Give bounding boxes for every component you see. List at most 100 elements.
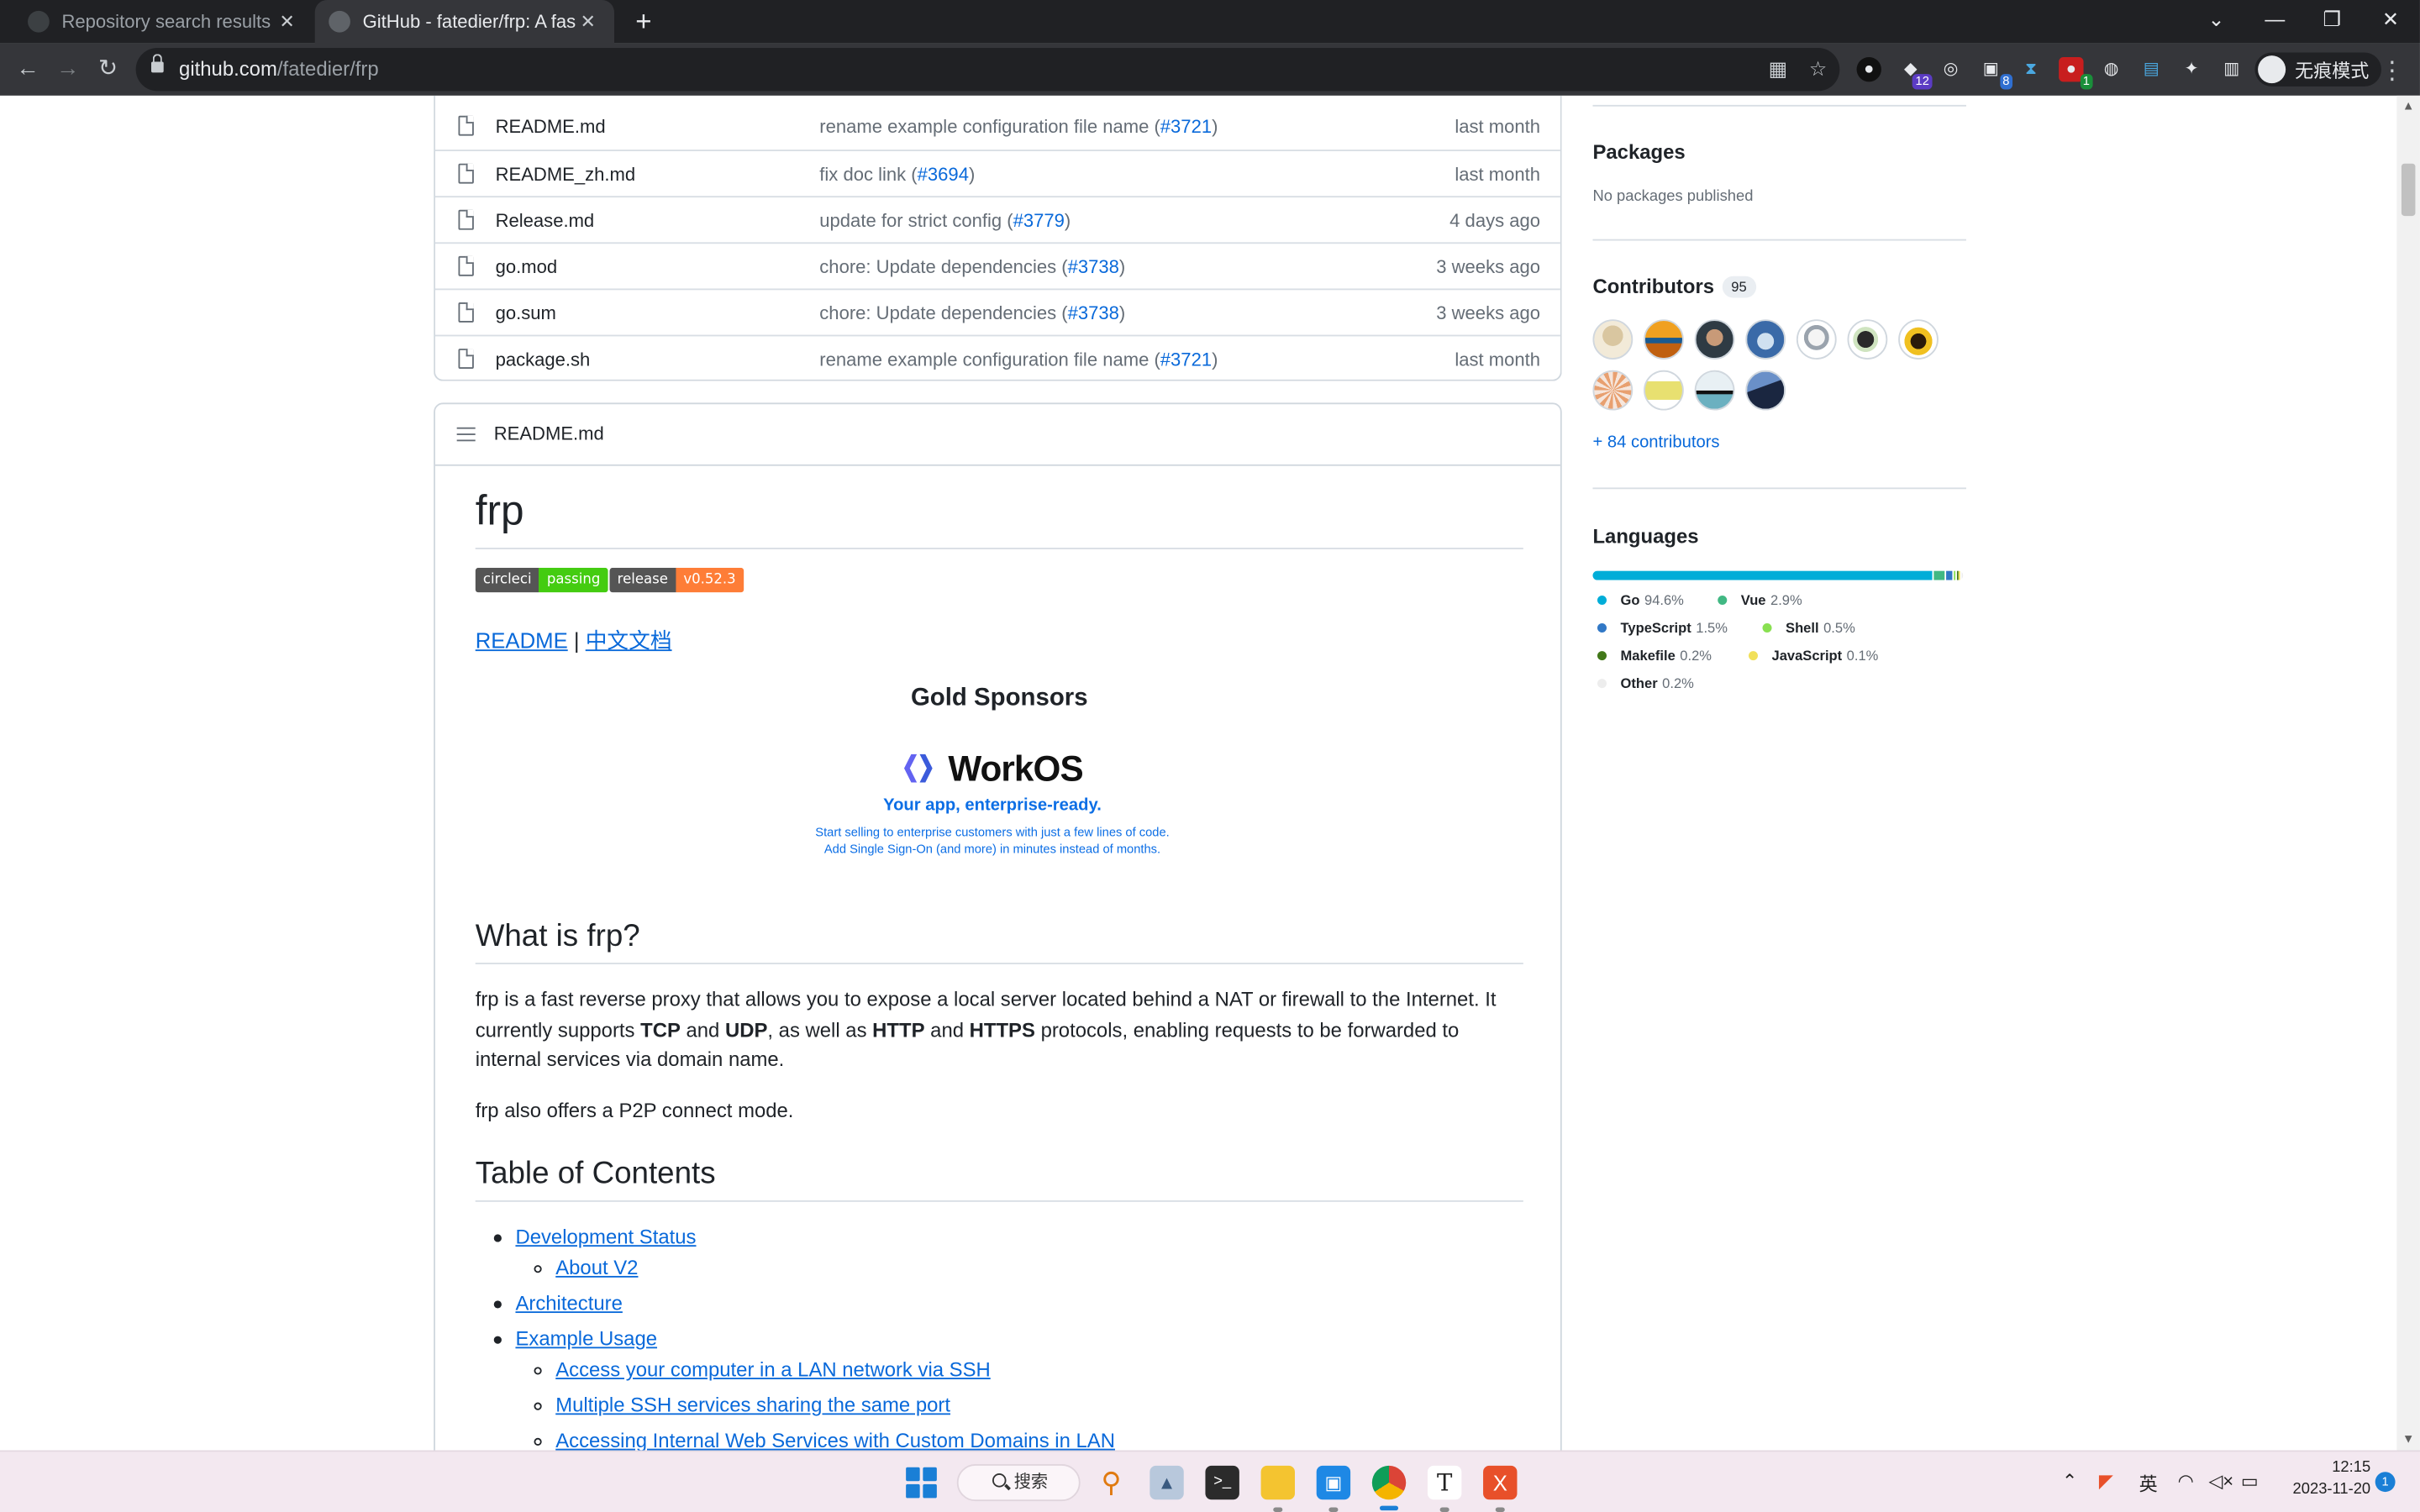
extension-record-icon[interactable]: ● 1 (2059, 56, 2093, 90)
avatar[interactable] (1898, 319, 1939, 360)
language-bar-segment[interactable] (1946, 570, 1952, 580)
file-row[interactable]: go.sum chore: Update dependencies (#3738… (434, 288, 1560, 334)
scroll-up-arrow-icon[interactable]: ▲ (2396, 96, 2420, 118)
readme-link[interactable]: README (476, 628, 568, 653)
extension-circle-icon[interactable]: ● (1856, 56, 1881, 82)
volume-muted-icon[interactable]: ◁× (2208, 1470, 2233, 1492)
avatar[interactable] (1694, 319, 1735, 360)
extension-doc-icon[interactable]: ▤ (2139, 57, 2164, 81)
readme-filename[interactable]: README.md (494, 423, 604, 444)
extensions-puzzle-icon[interactable]: ✦ (2179, 57, 2203, 81)
language-vue[interactable]: Vue 2.9% (1718, 592, 1802, 608)
chinese-docs-link[interactable]: 中文文档 (586, 628, 672, 653)
bookmark-star-icon[interactable]: ☆ (1804, 55, 1832, 83)
file-row[interactable]: go.mod chore: Update dependencies (#3738… (434, 242, 1560, 288)
outline-list-icon[interactable] (456, 427, 476, 443)
avatar[interactable] (1847, 319, 1888, 360)
taskbar-clock[interactable]: 12:15 2023-11-20 (2269, 1458, 2371, 1501)
commit-message[interactable]: chore: Update dependencies (#3738) (819, 256, 1125, 278)
qr-code-icon[interactable]: ▦ (1764, 55, 1791, 83)
toc-link[interactable]: Access your computer in a LAN network vi… (555, 1357, 991, 1381)
toc-link[interactable]: Architecture (515, 1291, 622, 1315)
terminal-icon[interactable]: >_ (1205, 1465, 1239, 1500)
wifi-icon[interactable]: ◠ (2178, 1470, 2194, 1492)
circleci-badge[interactable]: circleci passing (475, 567, 608, 593)
reload-button[interactable]: ↻ (92, 54, 124, 85)
file-row[interactable]: Release.md update for strict config (#37… (434, 196, 1560, 242)
more-contributors-link[interactable]: + 84 contributors (1592, 433, 1719, 452)
forward-button[interactable]: → (52, 54, 83, 85)
avatar[interactable] (1694, 370, 1735, 411)
close-icon[interactable]: ✕ (576, 11, 600, 33)
file-row[interactable]: README_zh.md fix doc link (#3694) last m… (434, 150, 1560, 196)
language-bar-segment[interactable] (1960, 570, 1962, 580)
scroll-down-arrow-icon[interactable]: ▼ (2396, 1429, 2420, 1451)
new-tab-button[interactable]: + (629, 6, 660, 37)
commit-message[interactable]: rename example configuration file name (… (819, 116, 1218, 138)
language-bar-segment[interactable] (1934, 570, 1945, 580)
notification-badge[interactable]: 1 (2375, 1472, 2396, 1493)
file-name-link[interactable]: Release.md (496, 210, 595, 232)
workos-sponsor-banner[interactable]: WorkOS Your app, enterprise-ready. Start… (792, 747, 1193, 858)
browser-menu-icon[interactable]: ⋮ (2380, 55, 2404, 87)
extension-grid-icon[interactable]: ▣ 8 (1979, 57, 2013, 90)
minimize-button[interactable]: — (2247, 5, 2302, 36)
virtual-machine-icon[interactable]: ▣ (1316, 1465, 1351, 1500)
back-button[interactable]: ← (13, 54, 44, 85)
language-go[interactable]: Go 94.6% (1597, 592, 1684, 608)
file-explorer-icon[interactable] (1260, 1465, 1295, 1500)
language-bar-segment[interactable] (1953, 570, 1955, 580)
url-text[interactable]: github.com/fatedier/frp (179, 57, 379, 81)
xmind-icon[interactable]: X (1483, 1465, 1518, 1500)
close-window-button[interactable]: ✕ (2363, 5, 2418, 36)
close-icon[interactable]: ✕ (275, 11, 299, 33)
file-row[interactable]: README.md rename example configuration f… (435, 103, 1560, 150)
language-shell[interactable]: Shell 0.5% (1762, 620, 1855, 636)
windows-start-icon[interactable] (906, 1467, 937, 1499)
toc-link[interactable]: Example Usage (515, 1327, 657, 1351)
release-badge[interactable]: release v0.52.3 (609, 567, 744, 593)
avatar[interactable] (1745, 319, 1786, 360)
lock-icon[interactable] (150, 54, 164, 73)
scrollbar-thumb[interactable] (2401, 163, 2416, 217)
file-name-link[interactable]: go.mod (496, 256, 558, 278)
avatar[interactable] (1592, 319, 1634, 360)
language-other[interactable]: Other 0.2% (1597, 675, 1694, 691)
file-name-link[interactable]: package.sh (496, 349, 591, 370)
packages-heading[interactable]: Packages (1592, 140, 1685, 164)
avatar[interactable] (1796, 319, 1837, 360)
chrome-icon[interactable] (1371, 1465, 1407, 1500)
toc-link[interactable]: Multiple SSH services sharing the same p… (555, 1394, 950, 1417)
avatar[interactable] (1592, 370, 1634, 411)
commit-message[interactable]: fix doc link (#3694) (819, 164, 975, 186)
commit-message[interactable]: chore: Update dependencies (#3738) (819, 302, 1125, 324)
extension-ghost-icon[interactable]: ◍ (2099, 57, 2123, 81)
language-bar-segment[interactable] (1592, 570, 1933, 580)
commit-message[interactable]: update for strict config (#3779) (819, 210, 1071, 232)
avatar[interactable] (1644, 319, 1684, 360)
commit-message[interactable]: rename example configuration file name (… (819, 349, 1218, 370)
incognito-profile-button[interactable]: 无痕模式 (2254, 52, 2382, 87)
battery-icon[interactable]: ▭ (2241, 1470, 2259, 1492)
contributors-heading[interactable]: Contributors 95 (1592, 275, 1756, 298)
toc-link[interactable]: About V2 (555, 1256, 638, 1279)
tab-frp[interactable]: GitHub - fatedier/frp: A fast re ✕ (314, 0, 615, 44)
input-method-indicator[interactable]: 英 (2139, 1470, 2158, 1496)
address-bar[interactable]: github.com/fatedier/frp ▦ ☆ (135, 47, 1840, 92)
file-name-link[interactable]: README_zh.md (496, 164, 636, 186)
toc-link[interactable]: Accessing Internal Web Services with Cus… (555, 1429, 1115, 1451)
file-name-link[interactable]: README.md (496, 116, 606, 138)
toc-link[interactable]: Development Status (515, 1225, 696, 1248)
side-panel-icon[interactable]: ▥ (2219, 57, 2244, 81)
restore-button[interactable]: ❐ (2304, 5, 2360, 36)
avatar[interactable] (1745, 370, 1786, 411)
tab-repository-search[interactable]: Repository search results · Git ✕ (28, 0, 312, 43)
tray-overflow-chevron-icon[interactable]: ⌃ (2062, 1470, 2077, 1492)
typora-icon[interactable]: T (1427, 1465, 1462, 1500)
extension-hourglass-icon[interactable]: ⧗ (2018, 57, 2043, 81)
tab-search-chevron-icon[interactable]: ⌄ (2188, 5, 2244, 36)
extension-icon[interactable]: ◆ 12 (1898, 57, 1933, 90)
language-makefile[interactable]: Makefile 0.2% (1597, 648, 1712, 664)
photos-icon[interactable]: ▲ (1150, 1465, 1184, 1500)
language-typescript[interactable]: TypeScript 1.5% (1597, 620, 1728, 636)
